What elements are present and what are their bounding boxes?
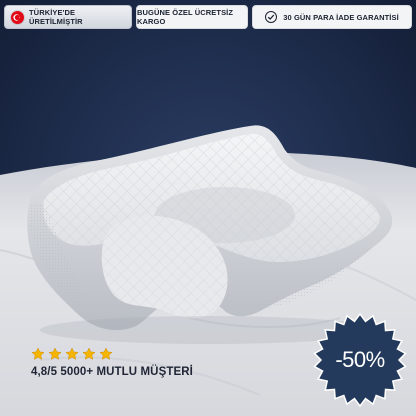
star-icon: [99, 347, 113, 360]
star-icon: [48, 347, 62, 360]
made-in-turkey-badge: TÜRKİYE'DE ÜRETİLMİŞTİR: [4, 5, 132, 29]
made-in-label: TÜRKİYE'DE ÜRETİLMİŞTİR: [29, 8, 83, 26]
star-icon: [82, 347, 96, 360]
rating-stars: [31, 347, 193, 361]
star-icon: [31, 347, 45, 360]
trust-badges-bar: TÜRKİYE'DE ÜRETİLMİŞTİR BUGÜNE ÖZEL ÜCRE…: [4, 5, 412, 29]
money-back-label: 30 GÜN PARA İADE GARANTİSİ: [283, 12, 399, 22]
discount-label: -50%: [335, 347, 385, 372]
discount-badge: -50%: [310, 310, 410, 410]
customer-rating: 4,8/5 5000+ MUTLU MÜŞTERİ: [31, 347, 193, 378]
rating-label: 4,8/5 5000+ MUTLU MÜŞTERİ: [31, 366, 193, 378]
check-circle-icon: [265, 11, 278, 23]
turkey-flag-icon: [11, 10, 24, 24]
star-icon: [65, 347, 79, 360]
free-shipping-label: BUGÜNE ÖZEL ÜCRETSİZ KARGO: [137, 8, 234, 26]
free-shipping-badge: BUGÜNE ÖZEL ÜCRETSİZ KARGO: [136, 5, 248, 29]
money-back-badge: 30 GÜN PARA İADE GARANTİSİ: [252, 5, 412, 29]
